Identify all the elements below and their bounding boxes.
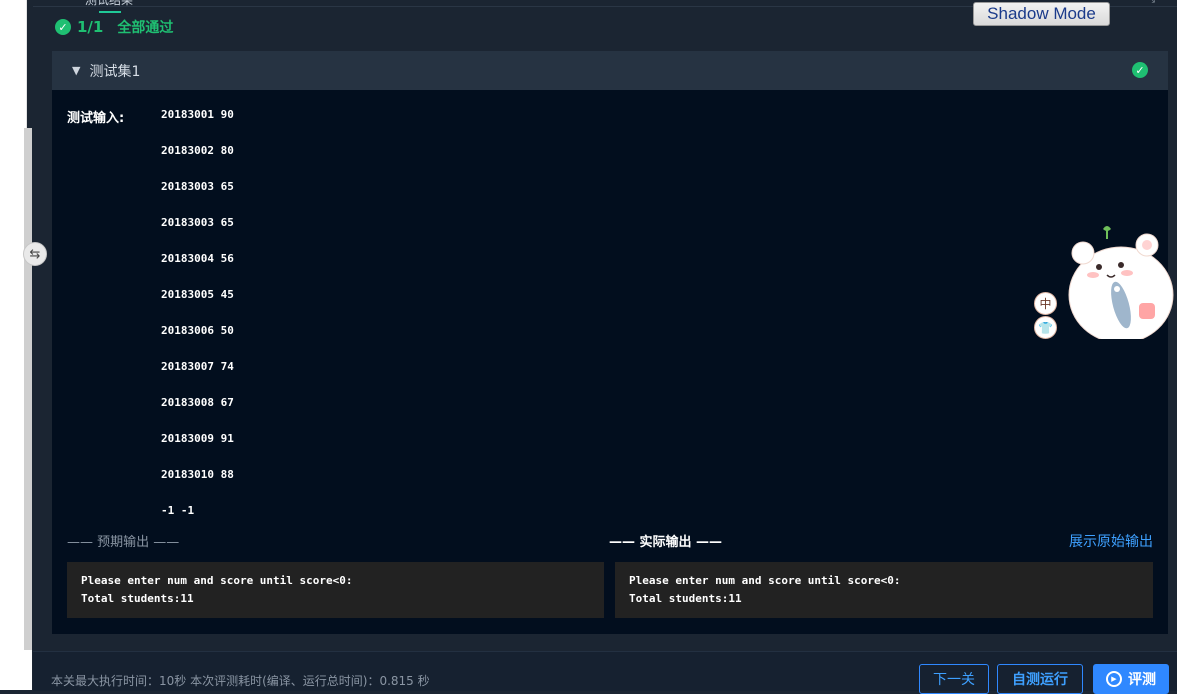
input-line: 20183005 45 (161, 288, 234, 301)
language-toggle-button[interactable]: 中 (1034, 292, 1057, 315)
tab-test-results[interactable]: 测试结果 (85, 0, 133, 8)
test-input-label: 测试输入: (67, 111, 125, 126)
pass-count: 1/1 (77, 18, 104, 36)
execution-time-info: 本关最大执行时间：10秒 本次评测耗时(编译、运行总时间)：0.815 秒 (51, 674, 430, 688)
actual-output-title: —— 实际输出 —— (609, 535, 723, 550)
input-line: 20183004 56 (161, 252, 234, 265)
test-set-body: 测试输入: 20183001 90 20183002 80 20183003 6… (52, 90, 1168, 634)
input-line: 20183009 91 (161, 432, 234, 445)
input-line: 20183003 65 (161, 180, 234, 193)
evaluate-label: 评测 (1128, 672, 1156, 688)
mascot-icon[interactable] (1063, 225, 1177, 339)
show-raw-output-link[interactable]: 展示原始输出 (1069, 531, 1153, 551)
check-circle-icon: ✓ (55, 19, 71, 35)
expected-output-line: Please enter num and score until score<0… (81, 574, 353, 587)
input-line: 20183003 65 (161, 216, 234, 229)
shadow-mode-button[interactable]: Shadow Mode (973, 2, 1110, 26)
input-line: 20183007 74 (161, 360, 234, 373)
play-circle-icon: ▶ (1106, 671, 1122, 687)
actual-output-line: Please enter num and score until score<0… (629, 574, 901, 587)
expected-output-title: —— 预期输出 —— (67, 535, 180, 550)
input-line: 20183008 67 (161, 396, 234, 409)
input-line: 20183006 50 (161, 324, 234, 337)
input-line: 20183002 80 (161, 144, 234, 157)
caret-down-icon[interactable]: ▼ (72, 64, 80, 77)
skin-shirt-icon[interactable]: 👕 (1034, 316, 1057, 339)
language-label: 中 (1039, 297, 1052, 311)
left-pane-edge (0, 0, 32, 650)
tab-active-indicator (99, 11, 121, 13)
actual-output-line: Total students:11 (629, 592, 742, 605)
test-input-lines: 20183001 90 20183002 80 20183003 65 2018… (161, 107, 234, 539)
left-pane-scrollbar[interactable] (24, 128, 32, 650)
expected-output-box: Please enter num and score until score<0… (67, 562, 604, 618)
test-set-title: 测试集1 (89, 63, 141, 80)
test-status: ✓ 1/1 全部通过 (55, 17, 173, 37)
input-line: 20183010 88 (161, 468, 234, 481)
output-headers: —— 预期输出 —— —— 实际输出 —— 展示原始输出 (52, 531, 1168, 551)
actual-output-box: Please enter num and score until score<0… (615, 562, 1153, 618)
left-pane-bottom (0, 650, 32, 690)
result-pane: 测试结果 ⤡ ✓ 1/1 全部通过 Shadow Mode ▼ 测试集1 ✓ 测… (33, 0, 1177, 694)
expand-icon[interactable]: ⤡ (1147, 0, 1155, 5)
footer-bar: 本关最大执行时间：10秒 本次评测耗时(编译、运行总时间)：0.815 秒 下一… (33, 651, 1177, 694)
test-set-header[interactable]: ▼ 测试集1 ✓ (52, 51, 1168, 90)
input-line: 20183001 90 (161, 108, 234, 121)
collapse-toggle-icon[interactable]: ⇆ (23, 242, 47, 266)
expected-output-line: Total students:11 (81, 592, 194, 605)
all-passed-label: 全部通过 (117, 20, 174, 36)
check-circle-icon: ✓ (1132, 62, 1148, 78)
